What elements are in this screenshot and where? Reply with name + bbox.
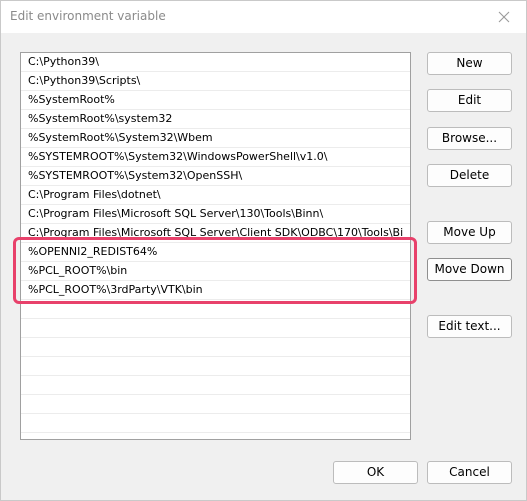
edit-env-var-dialog: Edit environment variable C:\Python39\ C… — [0, 0, 527, 501]
list-item-empty[interactable] — [21, 414, 410, 433]
list-item[interactable]: %PCL_ROOT%\3rdParty\VTK\bin — [21, 281, 410, 300]
list-item[interactable]: %SYSTEMROOT%\System32\WindowsPowerShell\… — [21, 148, 410, 167]
browse-button[interactable]: Browse... — [427, 127, 512, 150]
list-item-text: %SystemRoot%\system32 — [28, 112, 173, 125]
close-icon — [498, 11, 510, 23]
title-bar: Edit environment variable — [1, 1, 526, 33]
list-item-text: %OPENNI2_REDIST64% — [28, 245, 158, 258]
list-item-empty[interactable] — [21, 338, 410, 357]
list-item-text: %PCL_ROOT%\bin — [28, 264, 128, 277]
move-up-button[interactable]: Move Up — [427, 221, 512, 244]
list-item-text: %SystemRoot% — [28, 93, 115, 106]
list-item[interactable]: %SystemRoot%\system32 — [21, 110, 410, 129]
list-item[interactable]: C:\Python39\Scripts\ — [21, 72, 410, 91]
window-title: Edit environment variable — [10, 9, 166, 23]
list-item-empty[interactable] — [21, 319, 410, 338]
list-item-empty[interactable] — [21, 395, 410, 414]
list-item[interactable]: %SystemRoot% — [21, 91, 410, 110]
list-item-text: %SYSTEMROOT%\System32\WindowsPowerShell\… — [28, 150, 328, 163]
list-item[interactable]: %OPENNI2_REDIST64% — [21, 243, 410, 262]
new-button[interactable]: New — [427, 52, 512, 75]
list-item-text: %SYSTEMROOT%\System32\OpenSSH\ — [28, 169, 243, 182]
move-down-button[interactable]: Move Down — [427, 258, 512, 281]
list-item-text: C:\Python39\Scripts\ — [28, 74, 141, 87]
list-item[interactable]: %PCL_ROOT%\bin — [21, 262, 410, 281]
list-item-text: %PCL_ROOT%\3rdParty\VTK\bin — [28, 283, 203, 296]
list-item[interactable]: C:\Program Files\Microsoft SQL Server\13… — [21, 205, 410, 224]
list-item-empty[interactable] — [21, 300, 410, 319]
delete-button[interactable]: Delete — [427, 164, 512, 187]
list-item-text: C:\Program Files\dotnet\ — [28, 188, 161, 201]
list-item-text: C:\Program Files\Microsoft SQL Server\Cl… — [28, 226, 404, 239]
list-item[interactable]: C:\Program Files\Microsoft SQL Server\Cl… — [21, 224, 410, 243]
list-item-text: C:\Python39\ — [28, 55, 99, 68]
list-item[interactable]: %SystemRoot%\System32\Wbem — [21, 129, 410, 148]
list-item-empty[interactable] — [21, 357, 410, 376]
list-item[interactable]: C:\Python39\ — [21, 53, 410, 72]
path-list[interactable]: C:\Python39\ C:\Python39\Scripts\ %Syste… — [20, 52, 411, 440]
ok-button[interactable]: OK — [333, 461, 418, 484]
edit-text-button[interactable]: Edit text... — [427, 315, 512, 338]
edit-button[interactable]: Edit — [427, 89, 512, 112]
close-button[interactable] — [482, 1, 526, 33]
list-item-text: C:\Program Files\Microsoft SQL Server\13… — [28, 207, 324, 220]
list-item-text: %SystemRoot%\System32\Wbem — [28, 131, 213, 144]
cancel-button[interactable]: Cancel — [427, 461, 512, 484]
list-item-empty[interactable] — [21, 376, 410, 395]
list-item[interactable]: C:\Program Files\dotnet\ — [21, 186, 410, 205]
list-item[interactable]: %SYSTEMROOT%\System32\OpenSSH\ — [21, 167, 410, 186]
